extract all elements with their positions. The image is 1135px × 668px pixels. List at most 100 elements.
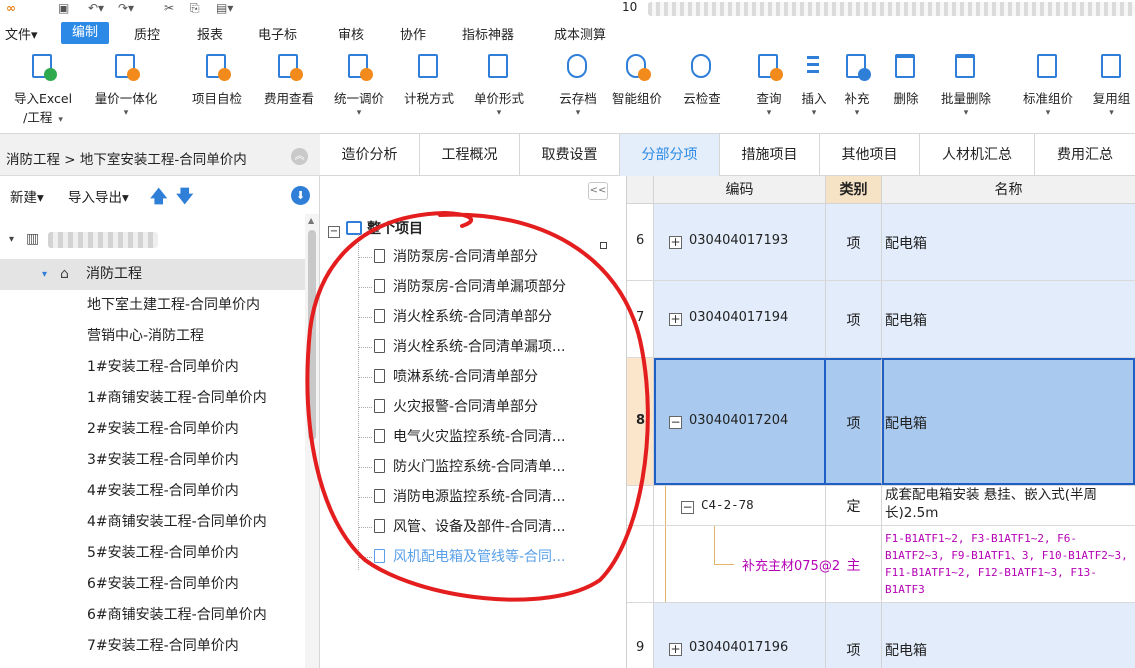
supplement-button[interactable]: 补充 ▾ xyxy=(838,52,876,118)
fee-view-button[interactable]: 费用查看 xyxy=(256,52,322,107)
tab-fee-settings[interactable]: 取费设置 xyxy=(520,134,620,176)
menu-reports[interactable]: 报表 xyxy=(197,24,223,43)
price-integration-button[interactable]: 量价一体化 ▾ xyxy=(86,52,166,118)
part-item[interactable]: 防火门监控系统-合同清单... xyxy=(374,452,565,482)
table-row[interactable]: 9 +030404017196 项 配电箱 xyxy=(627,603,1135,668)
tree-item[interactable]: 营销中心-消防工程 xyxy=(0,321,305,352)
unit-price-icon xyxy=(485,52,513,82)
menu-review[interactable]: 审核 xyxy=(338,24,364,43)
tree-item[interactable]: 4#商铺安装工程-合同单价内 xyxy=(0,507,305,538)
tree-item[interactable]: 4#安装工程-合同单价内 xyxy=(0,476,305,507)
paste-icon[interactable]: ▤▾ xyxy=(216,1,233,15)
menu-cost-calc[interactable]: 成本测算 xyxy=(554,24,606,43)
tab-sub-items[interactable]: 分部分项 xyxy=(620,134,720,176)
tree-item[interactable]: 1#商铺安装工程-合同单价内 xyxy=(0,383,305,414)
grid-header-code[interactable]: 编码 xyxy=(654,176,826,204)
collapse-icon[interactable]: − xyxy=(681,501,694,514)
smart-pricing-button[interactable]: 智能组价 xyxy=(606,52,668,107)
table-row[interactable]: 7 +030404017194 项 配电箱 xyxy=(627,281,1135,358)
table-row-selected[interactable]: 8 −030404017204 项 配电箱 xyxy=(627,358,1135,486)
new-button[interactable]: 新建▾ xyxy=(10,186,44,206)
menu-file[interactable]: 文件▾ xyxy=(5,24,38,43)
part-item[interactable]: 消防泵房-合同清单漏项部分 xyxy=(374,272,566,302)
tab-resource-summary[interactable]: 人材机汇总 xyxy=(920,134,1035,176)
scrollbar-thumb[interactable] xyxy=(308,230,316,440)
query-button[interactable]: 查询 ▾ xyxy=(748,52,790,118)
menu-e-bid[interactable]: 电子标 xyxy=(258,24,297,43)
tab-other-items[interactable]: 其他项目 xyxy=(820,134,920,176)
menu-collab[interactable]: 协作 xyxy=(400,24,426,43)
cloud-upload-icon xyxy=(564,52,592,82)
part-item[interactable]: 消防电源监控系统-合同清... xyxy=(374,482,565,512)
import-export-button[interactable]: 导入导出▾ xyxy=(68,186,129,206)
reuse-group-button[interactable]: 复用组 ▾ xyxy=(1088,52,1135,118)
standard-pricing-button[interactable]: 标准组价 ▾ xyxy=(1016,52,1080,118)
expand-icon[interactable]: + xyxy=(669,313,682,326)
redacted-project-name xyxy=(48,232,158,248)
collapse-panel-icon[interactable]: ︽ xyxy=(291,148,308,165)
part-item[interactable]: 消火栓系统-合同清单漏项... xyxy=(374,332,565,362)
project-self-check-button[interactable]: 项目自检 xyxy=(184,52,250,107)
document-title: 10 xyxy=(622,0,638,14)
part-item[interactable]: 风管、设备及部件-合同清... xyxy=(374,512,565,542)
import-excel-button[interactable]: 导入Excel /工程 ▾ xyxy=(8,52,78,126)
unit-price-form-button[interactable]: 单价形式 ▾ xyxy=(466,52,532,118)
menu-index-tool[interactable]: 指标神器 xyxy=(462,24,514,43)
part-root[interactable]: − 整个项目 xyxy=(328,218,423,238)
ribbon-toolbar: 导入Excel /工程 ▾ 量价一体化 ▾ 项目自检 费用查看 统一调价 ▾ 计税… xyxy=(0,46,1135,134)
tree-root[interactable]: ▾ ▥ xyxy=(0,224,305,255)
expand-icon[interactable]: ▾ xyxy=(42,259,47,290)
tab-measures[interactable]: 措施项目 xyxy=(720,134,820,176)
tax-method-button[interactable]: 计税方式 xyxy=(396,52,462,107)
expand-icon[interactable]: + xyxy=(669,643,682,656)
grid-header-name[interactable]: 名称 xyxy=(882,176,1135,204)
part-item[interactable]: 火灾报警-合同清单部分 xyxy=(374,392,538,422)
insert-button[interactable]: 插入 ▾ xyxy=(796,52,832,118)
scroll-up-icon[interactable]: ▲ xyxy=(308,216,314,225)
expand-icon[interactable]: + xyxy=(669,236,682,249)
breadcrumb-path[interactable]: 消防工程 > 地下室安装工程-合同单价内 xyxy=(6,148,247,168)
part-item[interactable]: 喷淋系统-合同清单部分 xyxy=(374,362,538,392)
cut-icon[interactable]: ✂ xyxy=(164,1,174,15)
part-item[interactable]: 电气火灾监控系统-合同清... xyxy=(374,422,565,452)
menu-edit[interactable]: 编制 xyxy=(61,22,110,44)
tab-cost-analysis[interactable]: 造价分析 xyxy=(320,134,420,176)
tree-scrollbar[interactable]: ▲ xyxy=(305,214,319,668)
part-item[interactable]: 消防泵房-合同清单部分 xyxy=(374,242,538,272)
part-item[interactable]: 消火栓系统-合同清单部分 xyxy=(374,302,552,332)
move-down-icon[interactable]: 🡇 xyxy=(176,184,193,213)
document-icon xyxy=(374,459,385,473)
table-row-quota[interactable]: − C4-2-78 定 成套配电箱安装 悬挂、嵌入式(半周长)2.5m xyxy=(627,486,1135,526)
collapse-left-icon[interactable]: << xyxy=(588,182,608,200)
cloud-check-button[interactable]: 云检查 xyxy=(676,52,728,107)
table-row-material[interactable]: 补充主材075@2 主 F1-B1ATF1~2, F3-B1ATF1~2, F6… xyxy=(627,526,1135,603)
tree-item[interactable]: 5#安装工程-合同单价内 xyxy=(0,538,305,569)
copy-icon[interactable]: ⎘ xyxy=(190,1,200,16)
tree-item[interactable]: 6#安装工程-合同单价内 xyxy=(0,569,305,600)
collapse-box-icon[interactable]: − xyxy=(328,226,340,238)
save-icon[interactable]: ▣ xyxy=(58,1,69,15)
undo-icon[interactable]: ↶▾ xyxy=(88,1,104,15)
redo-icon[interactable]: ↷▾ xyxy=(118,1,134,15)
table-row[interactable]: 6 +030404017193 项 配电箱 xyxy=(627,204,1135,281)
delete-button[interactable]: 删除 xyxy=(884,52,928,107)
collapse-icon[interactable]: − xyxy=(669,416,682,429)
unified-price-adjust-button[interactable]: 统一调价 ▾ xyxy=(326,52,392,118)
tab-fee-summary[interactable]: 费用汇总 xyxy=(1035,134,1135,176)
tree-item[interactable]: 7#安装工程-合同单价内 xyxy=(0,631,305,662)
tree-item[interactable]: 1#安装工程-合同单价内 xyxy=(0,352,305,383)
tree-item[interactable]: 2#安装工程-合同单价内 xyxy=(0,414,305,445)
cloud-archive-button[interactable]: 云存档 ▾ xyxy=(552,52,604,118)
move-up-icon[interactable]: 🡅 xyxy=(150,184,167,213)
menu-quality[interactable]: 质控 xyxy=(134,24,160,43)
grid-header-category[interactable]: 类别 xyxy=(826,176,882,204)
collapse-icon[interactable]: ▾ xyxy=(9,224,14,255)
tree-item[interactable]: 6#商铺安装工程-合同单价内 xyxy=(0,600,305,631)
tab-project-overview[interactable]: 工程概况 xyxy=(420,134,520,176)
tree-item[interactable]: 地下室土建工程-合同单价内 xyxy=(0,290,305,321)
part-item-selected[interactable]: 风机配电箱及管线等-合同... xyxy=(374,542,565,572)
download-icon[interactable]: ⬇ xyxy=(291,186,310,205)
tree-item[interactable]: 3#安装工程-合同单价内 xyxy=(0,445,305,476)
tree-item-fire-engineering[interactable]: ▾ ⌂ 消防工程 xyxy=(0,259,305,290)
batch-delete-button[interactable]: 批量删除 ▾ xyxy=(934,52,998,118)
